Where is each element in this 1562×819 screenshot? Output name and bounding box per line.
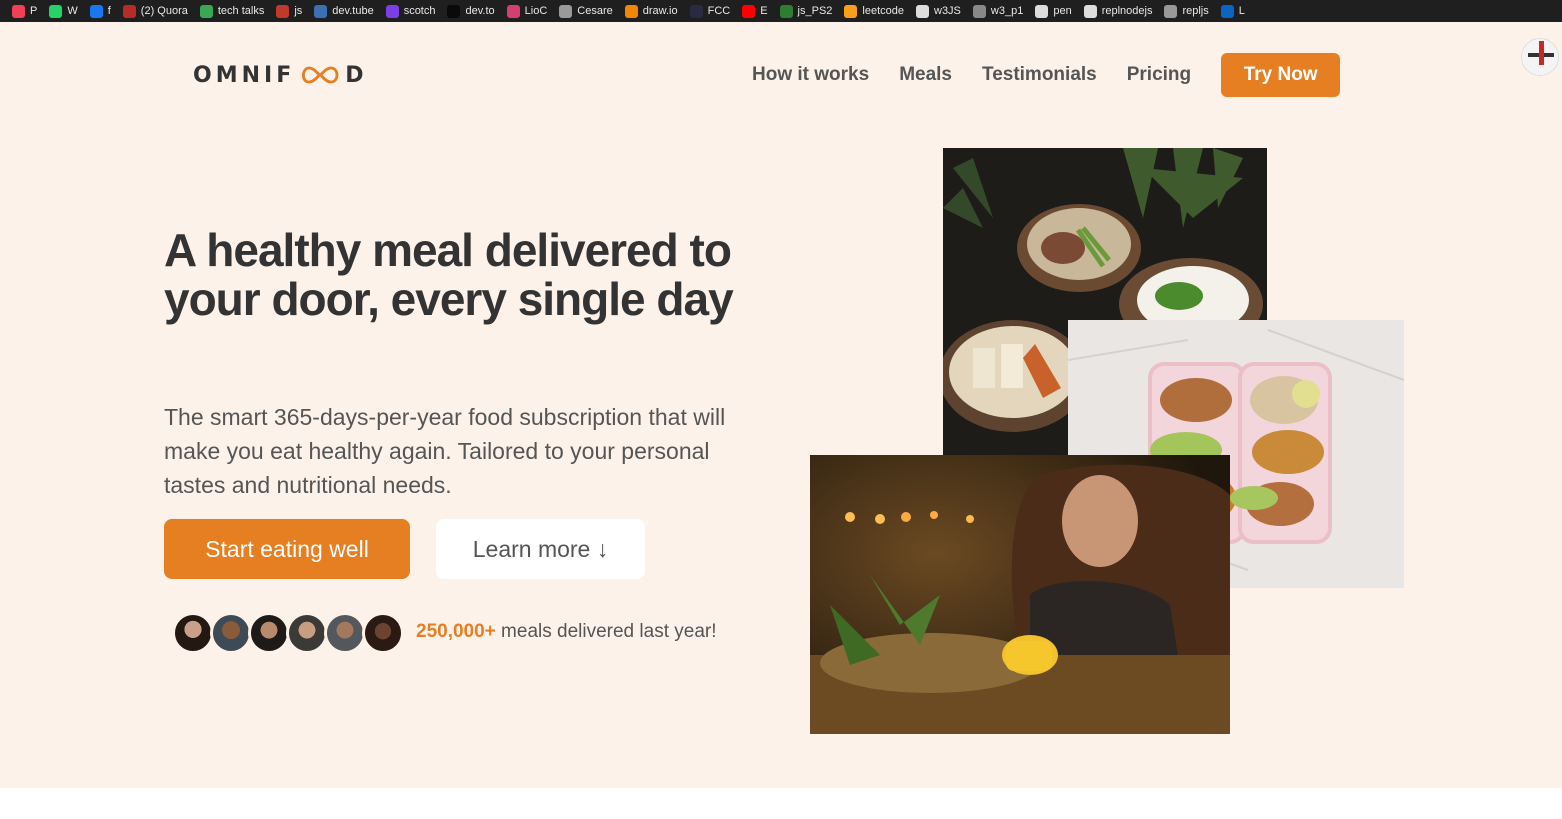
bookmark-label: L — [1238, 5, 1245, 17]
whatsapp-icon — [49, 4, 63, 18]
bookmark-label: w3_p1 — [990, 5, 1024, 17]
techtalks-icon — [199, 4, 213, 18]
bookmark-label: js_PS2 — [797, 5, 833, 17]
meals-delivered-text: 250,000+ meals delivered last year! — [416, 621, 717, 643]
jsps2-icon — [779, 4, 793, 18]
bookmark-label: dev.tube — [332, 5, 374, 17]
bookmark-label: pen — [1053, 5, 1072, 17]
bookmark-label: (2) Quora — [140, 5, 188, 17]
bookmark-item[interactable]: W — [43, 0, 83, 22]
bookmark-item[interactable]: Cesare — [553, 0, 618, 22]
profile-avatar-icon[interactable] — [1521, 38, 1559, 76]
bookmarks-bar: P Wf (2) Quora tech talks js dev.tube scotch de… — [0, 0, 1562, 22]
bookmark-item[interactable]: w3JS — [910, 0, 967, 22]
bookmark-label: replnodejs — [1101, 5, 1153, 17]
next-section — [0, 788, 1562, 819]
devtube-icon — [314, 4, 328, 18]
bookmark-item[interactable]: repljs — [1158, 0, 1214, 22]
customer-avatar — [362, 612, 404, 654]
bookmark-label: leetcode — [862, 5, 904, 17]
devto-icon — [447, 4, 461, 18]
bookmark-label: LioC — [524, 5, 548, 17]
fcc-icon — [689, 4, 703, 18]
infinity-logo-icon — [302, 66, 339, 84]
bookmark-label: P — [30, 5, 38, 17]
hero-description: The smart 365-days-per-year food subscri… — [164, 404, 726, 498]
bookmark-label: f — [107, 5, 111, 17]
cesare-icon — [559, 4, 573, 18]
w3js-icon — [916, 4, 929, 18]
bookmark-label: dev.to — [465, 5, 495, 17]
bookmark-item[interactable]: L — [1215, 0, 1251, 22]
meals-delivered-count: 250,000+ — [416, 621, 496, 642]
w3p1-icon — [972, 4, 986, 18]
bookmark-item[interactable]: P — [6, 0, 43, 22]
bookmark-label: draw.io — [642, 5, 678, 17]
customer-avatar — [172, 612, 214, 654]
bookmark-label: tech talks — [217, 5, 265, 17]
facebook-icon — [89, 4, 103, 18]
repl-icon — [1164, 4, 1178, 18]
bookmark-item[interactable]: leetcode — [838, 0, 910, 22]
scotch-icon — [385, 4, 399, 18]
bookmark-item[interactable]: w3_p1 — [967, 0, 1029, 22]
linkedin-icon — [1220, 4, 1234, 18]
bookmark-label: W — [67, 5, 78, 17]
bookmark-item[interactable]: dev.tube — [308, 0, 379, 22]
bookmark-label: w3JS — [934, 5, 961, 17]
nav-how-it-works[interactable]: How it works — [752, 53, 869, 97]
bookmark-label: scotch — [403, 5, 436, 17]
leetcode-icon — [844, 4, 858, 18]
customer-avatar — [286, 612, 328, 654]
bookmark-label: Cesare — [577, 5, 613, 17]
quora-icon — [122, 4, 136, 18]
bookmark-item[interactable]: tech talks — [194, 0, 270, 22]
customer-avatar — [210, 612, 252, 654]
hero-headline: A healthy meal delivered to your door, e… — [164, 224, 734, 325]
try-now-button[interactable]: Try Now — [1221, 53, 1341, 97]
bookmark-item[interactable]: FCC — [684, 0, 737, 22]
bookmark-label: E — [760, 5, 768, 17]
customer-avatar — [248, 612, 290, 654]
meals-delivered-label: meals delivered last year! — [495, 621, 717, 642]
main-nav: How it works Meals Testimonials Pricing … — [752, 53, 1341, 97]
nav-meals[interactable]: Meals — [899, 53, 952, 97]
bookmark-item[interactable]: replnodejs — [1078, 0, 1159, 22]
js-icon — [276, 4, 290, 18]
lioc-icon — [506, 4, 520, 18]
bookmark-label: repljs — [1182, 5, 1209, 17]
drawio-icon — [624, 4, 638, 18]
omnifood-logo[interactable]: OMNIF D — [193, 62, 368, 88]
bookmark-label: js — [294, 5, 303, 17]
bookmark-label: FCC — [707, 5, 731, 17]
bookmark-item[interactable]: draw.io — [619, 0, 684, 22]
pocket-icon — [12, 4, 25, 18]
bookmark-item[interactable]: scotch — [380, 0, 442, 22]
bookmark-item[interactable]: dev.to — [441, 0, 500, 22]
bookmark-item[interactable]: LioC — [501, 0, 554, 22]
bookmark-item[interactable]: f — [84, 0, 117, 22]
repl-icon — [1083, 4, 1097, 18]
nav-testimonials[interactable]: Testimonials — [982, 53, 1097, 97]
bookmark-item[interactable]: pen — [1029, 0, 1077, 22]
bookmark-item[interactable]: (2) Quora — [117, 0, 194, 22]
customer-avatar — [324, 612, 366, 654]
start-eating-well-button[interactable]: Start eating well — [164, 519, 410, 579]
youtube-icon — [742, 4, 756, 18]
learn-more-button[interactable]: Learn more ↓ — [436, 519, 645, 579]
woman-eating-image — [810, 455, 1230, 734]
logo-text-right: D — [345, 62, 368, 88]
logo-text-left: OMNIF — [193, 62, 296, 88]
customer-avatars — [172, 612, 404, 654]
bookmark-item[interactable]: js_PS2 — [774, 0, 839, 22]
codepen-icon — [1035, 4, 1049, 18]
bookmark-item[interactable]: js — [270, 0, 308, 22]
nav-pricing[interactable]: Pricing — [1127, 53, 1191, 97]
bookmark-item[interactable]: E — [736, 0, 773, 22]
